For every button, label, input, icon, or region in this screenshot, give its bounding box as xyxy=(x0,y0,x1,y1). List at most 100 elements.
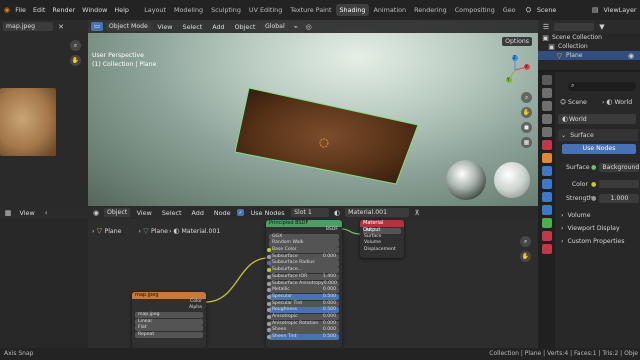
principled-input-row[interactable]: Anisotropic Rotation 0.000 xyxy=(267,320,339,327)
editor-type-icon[interactable]: ▦ xyxy=(3,208,13,218)
particles-tab-icon[interactable] xyxy=(541,179,552,189)
menu-render[interactable]: Render xyxy=(49,6,79,14)
image-file-field[interactable]: map.jpeg xyxy=(135,311,203,319)
visibility-eye-icon[interactable]: ◉ xyxy=(626,51,636,61)
tab-sculpting[interactable]: Sculpting xyxy=(207,4,245,16)
file-browser-menu-view[interactable]: View xyxy=(16,209,38,217)
properties-search[interactable]: ⌕ xyxy=(568,82,636,91)
tool-tab-icon[interactable] xyxy=(541,75,552,85)
input-socket[interactable] xyxy=(267,248,271,253)
close-icon[interactable]: ✕ xyxy=(56,22,66,32)
view-layer-tab-icon[interactable] xyxy=(541,114,552,124)
constraints-tab-icon[interactable] xyxy=(541,205,552,215)
principled-input-row[interactable]: Subsurface... xyxy=(267,267,339,274)
principled-input-row[interactable]: Metallic 0.000 xyxy=(267,287,339,294)
blender-logo-icon[interactable]: ◉ xyxy=(2,5,12,15)
input-socket[interactable] xyxy=(267,308,271,313)
node-header[interactable]: map.jpeg xyxy=(132,292,206,299)
principled-input-row[interactable]: Subsurface Anisotropy 0.000 xyxy=(267,280,339,287)
tab-rendering[interactable]: Rendering xyxy=(410,4,451,16)
material-output-node[interactable]: Material Output All Surface Volume Displ… xyxy=(360,220,404,258)
node-header[interactable]: Principled BSDF xyxy=(266,220,342,227)
principled-input-row[interactable]: Subsurface 0.000 xyxy=(267,253,339,260)
filter-icon[interactable]: ▼ xyxy=(597,22,607,32)
principled-input-row[interactable]: Sheen Tint 0.500 xyxy=(267,334,339,341)
tab-animation[interactable]: Animation xyxy=(369,4,410,16)
input-socket[interactable] xyxy=(267,328,271,333)
subsurface-method-dropdown[interactable]: Random Walk xyxy=(269,240,339,247)
projection-dropdown[interactable]: Flat xyxy=(135,325,203,332)
output-tab-icon[interactable] xyxy=(541,101,552,111)
input-socket[interactable] xyxy=(267,321,271,326)
principled-input-row[interactable]: Base Color xyxy=(267,247,339,254)
color-swatch[interactable] xyxy=(599,180,640,188)
outliner-search[interactable] xyxy=(554,22,594,31)
tab-modeling[interactable]: Modeling xyxy=(170,4,207,16)
input-socket[interactable] xyxy=(267,294,271,299)
tree-row-plane[interactable]: ▽ Plane ◉ xyxy=(538,51,640,60)
input-socket[interactable] xyxy=(267,288,271,293)
image-texture-node[interactable]: map.jpeg Color Alpha map.jpeg Linear Fla… xyxy=(132,292,206,348)
material-tab-icon[interactable] xyxy=(541,231,552,241)
volume-panel-header[interactable]: › Volume xyxy=(558,209,638,221)
texture-tab-icon[interactable] xyxy=(541,244,552,254)
menu-help[interactable]: Help xyxy=(111,6,133,14)
outliner-icon[interactable]: ☰ xyxy=(541,22,551,32)
hand-pan-icon[interactable]: ✋ xyxy=(70,55,81,66)
principled-bsdf-node[interactable]: Principled BSDF BSDF GGX Random Walk Bas… xyxy=(266,220,342,348)
tab-compositing[interactable]: Compositing xyxy=(451,4,499,16)
world-tab-icon[interactable] xyxy=(541,140,552,150)
principled-input-row[interactable]: Specular Tint 0.000 xyxy=(267,300,339,307)
zoom-icon[interactable]: ⌕ xyxy=(70,40,81,51)
input-socket[interactable] xyxy=(267,261,271,266)
tab-uv-editing[interactable]: UV Editing xyxy=(245,4,286,16)
menu-file[interactable]: File xyxy=(12,6,30,14)
modifier-tab-icon[interactable] xyxy=(541,166,552,176)
view-layer-name[interactable]: ViewLayer xyxy=(600,6,640,14)
input-socket[interactable] xyxy=(267,314,271,319)
principled-input-row[interactable]: Roughness 0.500 xyxy=(267,307,339,314)
interpolation-dropdown[interactable]: Linear xyxy=(135,318,203,325)
scene-tab-icon[interactable] xyxy=(541,127,552,137)
target-dropdown[interactable]: All xyxy=(363,227,401,234)
distribution-dropdown[interactable]: GGX xyxy=(269,233,339,240)
viewport-3d[interactable]: ▭ Object Mode View Select Add Object Glo… xyxy=(88,20,538,206)
input-socket[interactable] xyxy=(267,254,271,259)
back-arrow-icon[interactable]: ‹ xyxy=(41,208,51,218)
image-name-field[interactable]: map.jpeg xyxy=(3,22,53,31)
input-socket[interactable] xyxy=(267,335,271,339)
tab-shading[interactable]: Shading xyxy=(335,4,370,16)
node-editor[interactable]: ◉ Object View Select Add Node ✓ Use Node… xyxy=(88,206,538,348)
scene-name[interactable]: Scene xyxy=(533,6,590,14)
principled-input-row[interactable]: Specular 0.500 xyxy=(267,293,339,301)
principled-input-row[interactable]: Anisotropic 0.000 xyxy=(267,313,339,321)
use-nodes-button[interactable]: Use Nodes xyxy=(562,144,636,154)
input-socket[interactable] xyxy=(267,281,271,286)
custom-properties-panel-header[interactable]: › Custom Properties xyxy=(558,235,638,247)
tab-texture-paint[interactable]: Texture Paint xyxy=(286,4,335,16)
principled-input-row[interactable]: Sheen 0.000 xyxy=(267,327,339,334)
input-socket[interactable] xyxy=(267,268,271,273)
object-tab-icon[interactable] xyxy=(541,153,552,163)
tab-geometry[interactable]: Geo xyxy=(499,4,520,16)
tree-row-collection[interactable]: ▣ Collection xyxy=(538,42,640,51)
viewport-display-panel-header[interactable]: › Viewport Display xyxy=(558,222,638,234)
node-header[interactable]: Material Output xyxy=(360,220,404,233)
strength-field[interactable]: 1.000 xyxy=(599,193,640,203)
menu-edit[interactable]: Edit xyxy=(29,6,48,14)
render-tab-icon[interactable] xyxy=(541,88,552,98)
principled-input-row[interactable]: Subsurface Radius xyxy=(267,260,339,267)
surface-shader-field[interactable]: Background xyxy=(599,162,640,172)
world-datablock-field[interactable]: ◐ World xyxy=(558,114,636,124)
strength-label: Strength xyxy=(566,194,593,202)
input-label: Specular xyxy=(272,293,293,299)
tab-layout[interactable]: Layout xyxy=(140,4,170,16)
physics-tab-icon[interactable] xyxy=(541,192,552,202)
surface-panel-header[interactable]: ⌄ Surface xyxy=(558,129,638,141)
input-socket[interactable] xyxy=(267,274,271,279)
extension-dropdown[interactable]: Repeat xyxy=(135,331,203,339)
data-tab-icon[interactable] xyxy=(541,218,552,228)
menu-window[interactable]: Window xyxy=(79,6,111,14)
input-socket[interactable] xyxy=(267,301,271,306)
principled-input-row[interactable]: Subsurface IOR 1.400 xyxy=(267,273,339,280)
